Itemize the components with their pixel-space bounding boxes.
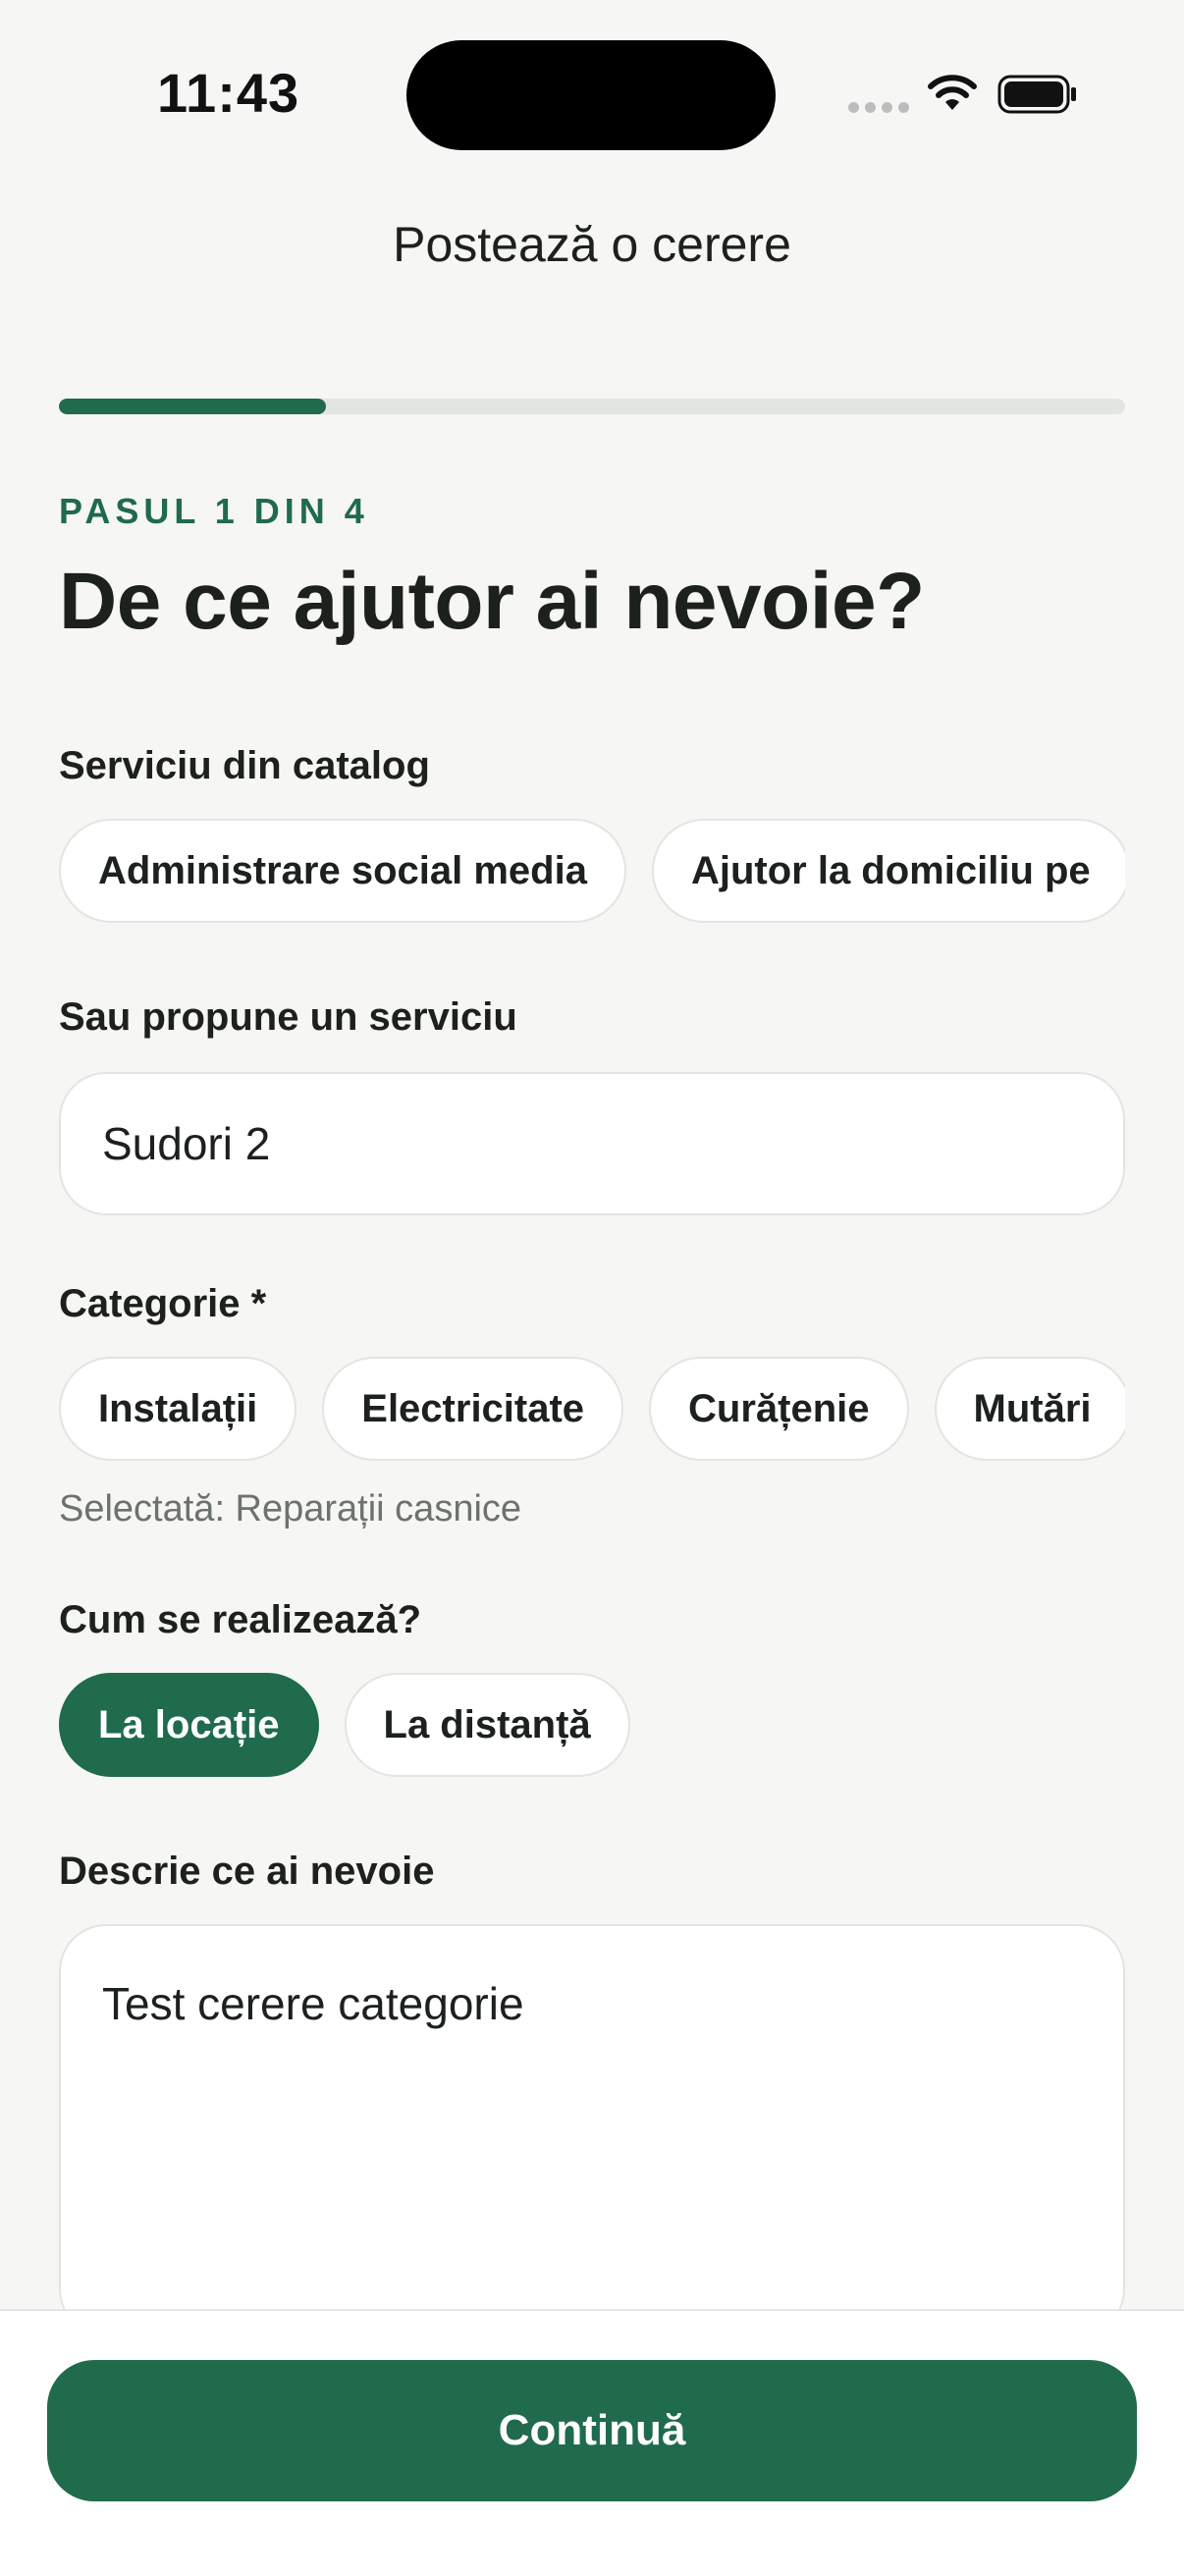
battery-icon	[997, 75, 1076, 114]
signal-dots-icon	[848, 102, 909, 113]
description-label: Descrie ce ai nevoie	[59, 1850, 435, 1893]
category-chip-mutari[interactable]: Mutări	[934, 1357, 1125, 1461]
page-title: De ce ajutor ai nevoie?	[59, 557, 925, 646]
category-label: Categorie *	[59, 1282, 267, 1325]
catalog-chip-home-help[interactable]: Ajutor la domiciliu pe	[651, 819, 1125, 923]
custom-service-label: Sau propune un serviciu	[59, 995, 517, 1039]
dynamic-island	[406, 40, 776, 150]
selected-category-hint: Selectată: Reparații casnice	[59, 1488, 522, 1530]
category-chip-electricitate[interactable]: Electricitate	[322, 1357, 624, 1461]
catalog-services-row[interactable]: Administrare social media Ajutor la domi…	[59, 819, 1125, 931]
mode-options-row: La locație La distanță	[59, 1673, 1125, 1785]
custom-service-input[interactable]	[59, 1072, 1125, 1215]
mode-chip-on-site[interactable]: La locație	[59, 1673, 319, 1777]
mode-label: Cum se realizează?	[59, 1598, 422, 1641]
wifi-icon	[928, 75, 977, 110]
category-chips-row[interactable]: Instalații Electricitate Curățenie Mutăr…	[59, 1357, 1125, 1469]
catalog-label: Serviciu din catalog	[59, 744, 430, 787]
mode-chip-remote[interactable]: La distanță	[344, 1673, 630, 1777]
catalog-chip-social-media[interactable]: Administrare social media	[59, 819, 626, 923]
page-header-title: Postează o cerere	[393, 217, 791, 272]
step-indicator: PASUL 1 DIN 4	[59, 491, 369, 531]
continue-button[interactable]: Continuă	[47, 2360, 1137, 2501]
status-time: 11:43	[157, 62, 300, 124]
description-text: Test cerere categorie	[102, 1978, 524, 2029]
step-progress-fill	[59, 399, 326, 414]
status-bar: 11:43	[0, 0, 1184, 196]
category-chip-instalatii[interactable]: Instalații	[59, 1357, 297, 1461]
description-textarea[interactable]: Test cerere categorie	[59, 1924, 1125, 2336]
step-progress-bar	[59, 399, 1125, 414]
category-chip-curatenie[interactable]: Curățenie	[649, 1357, 909, 1461]
